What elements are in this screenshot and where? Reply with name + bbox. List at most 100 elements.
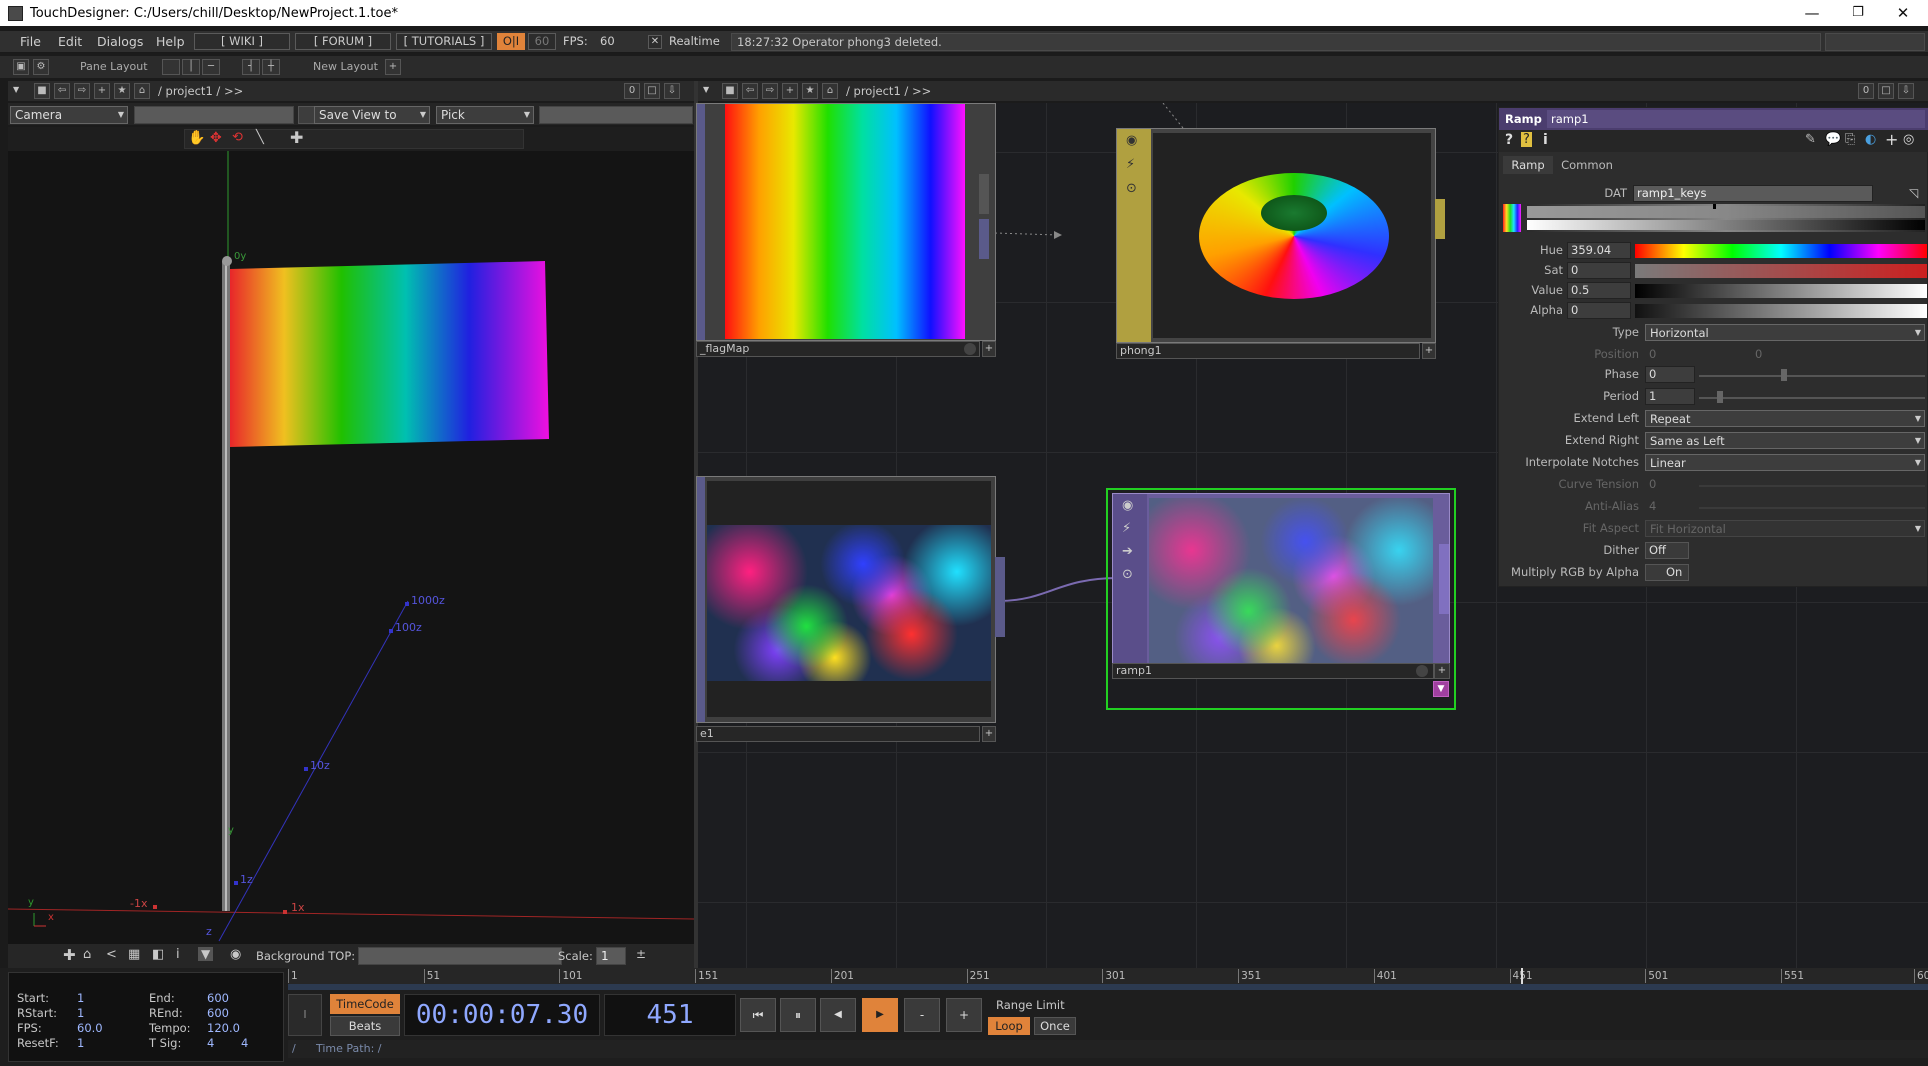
multiply-toggle[interactable]: On bbox=[1645, 564, 1689, 581]
background-top-field[interactable] bbox=[358, 947, 562, 965]
start-value[interactable]: 1 bbox=[77, 991, 84, 1005]
step-forward-button[interactable]: + bbox=[946, 998, 982, 1032]
left-pane-zero-button[interactable]: 0 bbox=[624, 83, 640, 99]
type-dropdown[interactable]: Horizontal bbox=[1645, 324, 1925, 341]
fps-target-field[interactable]: 60 bbox=[528, 33, 556, 50]
save-view-dropdown[interactable]: Save View to bbox=[314, 106, 430, 124]
ramp-lock-icon[interactable]: ⊙ bbox=[1122, 567, 1133, 582]
perform-mode-toggle[interactable]: O|I bbox=[497, 33, 525, 50]
tab-common[interactable]: Common bbox=[1555, 156, 1619, 174]
help-icon[interactable]: ? bbox=[1505, 132, 1513, 148]
network-forward-icon[interactable]: ⇨ bbox=[762, 83, 778, 99]
phase-slider-handle[interactable] bbox=[1781, 369, 1787, 381]
hue-field[interactable]: 359.04 bbox=[1567, 242, 1631, 259]
box-icon[interactable]: ◧ bbox=[152, 947, 164, 962]
ramp-key-area[interactable] bbox=[1527, 206, 1925, 218]
timeline-ruler[interactable]: 151101151201251301351401451501551600 bbox=[288, 968, 1928, 984]
fps-info-value[interactable]: 60.0 bbox=[77, 1021, 103, 1035]
add-layout-button[interactable]: + bbox=[385, 59, 401, 75]
add-icon[interactable]: + bbox=[94, 83, 110, 99]
menu-help[interactable]: Help bbox=[156, 34, 185, 49]
ramp-editor-swatch[interactable] bbox=[1503, 204, 1521, 232]
flagmap-plus-icon[interactable]: + bbox=[982, 341, 996, 357]
pen-icon[interactable]: ╲ bbox=[256, 130, 264, 145]
alpha-slider[interactable] bbox=[1635, 304, 1927, 318]
timeline-playhead[interactable] bbox=[1521, 968, 1523, 984]
frame-display[interactable]: 451 bbox=[604, 994, 736, 1036]
home-icon[interactable]: ⌂ bbox=[134, 83, 150, 99]
tab-ramp[interactable]: Ramp bbox=[1503, 156, 1553, 174]
pane-menu-chevron-icon[interactable]: ▼ bbox=[13, 85, 19, 94]
rewind-button[interactable]: ⏮ bbox=[740, 998, 776, 1032]
tsig-value-2[interactable]: 4 bbox=[241, 1036, 248, 1050]
home-bottom-icon[interactable]: ⌂ bbox=[83, 947, 91, 962]
target-icon[interactable]: ◎ bbox=[1903, 132, 1914, 147]
tsig-value-1[interactable]: 4 bbox=[207, 1036, 214, 1050]
tutorials-button[interactable]: [ TUTORIALS ] bbox=[396, 33, 492, 50]
play-reverse-button[interactable]: ◀ bbox=[820, 998, 856, 1032]
maximize-button[interactable]: ❐ bbox=[1835, 0, 1881, 26]
menu-edit[interactable]: Edit bbox=[58, 34, 82, 49]
star-icon[interactable]: ★ bbox=[114, 83, 130, 99]
noise-label[interactable]: e1 bbox=[696, 726, 980, 742]
forward-arrow-icon[interactable]: ⇨ bbox=[74, 83, 90, 99]
once-button[interactable]: Once bbox=[1034, 1017, 1076, 1035]
timeline-i-button[interactable]: I bbox=[288, 994, 322, 1036]
phong-output-connector[interactable] bbox=[1435, 199, 1445, 239]
share-icon[interactable]: < bbox=[106, 947, 117, 962]
play-forward-button[interactable]: ▶ bbox=[862, 998, 898, 1032]
layout-split-h-icon[interactable]: ─ bbox=[202, 59, 220, 75]
noise-plus-icon[interactable]: + bbox=[982, 726, 996, 742]
network-split-icon[interactable]: ⇩ bbox=[1898, 83, 1914, 99]
ramp1-dat-icon[interactable]: ▼ bbox=[1433, 681, 1449, 697]
layout-three-icon[interactable]: ┤ bbox=[242, 59, 260, 75]
flagmap-viewer-toggle[interactable] bbox=[964, 343, 976, 355]
scale-field[interactable]: 1 bbox=[596, 947, 626, 965]
forum-button[interactable]: [ FORUM ] bbox=[295, 33, 391, 50]
timeline-range-bar[interactable] bbox=[288, 984, 1928, 990]
network-stop-icon[interactable]: ■ bbox=[722, 83, 738, 99]
network-menu-chevron-icon[interactable]: ▼ bbox=[703, 85, 709, 94]
add-bottom-icon[interactable]: ✚ bbox=[63, 946, 76, 964]
add-param-icon[interactable]: + bbox=[1885, 130, 1898, 149]
python-help-icon[interactable]: ? bbox=[1521, 132, 1532, 147]
resetf-value[interactable]: 1 bbox=[77, 1036, 84, 1050]
layout-four-icon[interactable]: ┼ bbox=[262, 59, 280, 75]
curve-tension-value[interactable]: 0 bbox=[1649, 477, 1656, 491]
ramp-arrow-icon[interactable]: ➔ bbox=[1122, 544, 1133, 559]
phong-bypass-icon[interactable]: ⚡ bbox=[1126, 157, 1135, 172]
phong-plus-icon[interactable]: + bbox=[1422, 343, 1436, 359]
realtime-checkbox[interactable]: ✕ bbox=[648, 35, 662, 49]
info-param-icon[interactable]: i bbox=[1543, 132, 1548, 148]
dat-field[interactable]: ramp1_keys bbox=[1633, 185, 1873, 202]
translate-icon[interactable]: ✥ bbox=[210, 130, 222, 146]
alpha-field[interactable]: 0 bbox=[1567, 302, 1631, 319]
dither-toggle[interactable]: Off bbox=[1645, 542, 1689, 559]
step-back-button[interactable]: - bbox=[904, 998, 940, 1032]
position-y[interactable]: 0 bbox=[1755, 347, 1762, 361]
anti-alias-value[interactable]: 4 bbox=[1649, 499, 1656, 513]
wiki-button[interactable]: [ WIKI ] bbox=[194, 33, 290, 50]
network-back-icon[interactable]: ⇦ bbox=[742, 83, 758, 99]
op-name-field[interactable]: ramp1 bbox=[1547, 110, 1925, 128]
dropdown-bottom-icon[interactable]: ▼ bbox=[198, 947, 214, 961]
node-flagmap[interactable] bbox=[696, 103, 996, 341]
ramp-editor-bar[interactable] bbox=[1527, 204, 1925, 232]
node-ramp1[interactable]: ◉ ⚡ ➔ ⊙ bbox=[1112, 493, 1450, 675]
extend-left-dropdown[interactable]: Repeat bbox=[1645, 410, 1925, 427]
ramp1-plus-icon[interactable]: + bbox=[1434, 663, 1450, 679]
pick-field[interactable] bbox=[539, 106, 693, 124]
phong-lock-icon[interactable]: ⊙ bbox=[1126, 181, 1137, 196]
timecode-toggle[interactable]: TimeCode bbox=[330, 994, 400, 1014]
network-maximize-icon[interactable]: □ bbox=[1878, 83, 1894, 99]
hue-slider[interactable] bbox=[1635, 244, 1927, 258]
rstart-value[interactable]: 1 bbox=[77, 1006, 84, 1020]
menu-file[interactable]: File bbox=[20, 34, 41, 49]
time-path[interactable]: Time Path: / bbox=[316, 1042, 382, 1055]
loop-button[interactable]: Loop bbox=[988, 1017, 1030, 1035]
phase-slider[interactable] bbox=[1699, 375, 1925, 377]
phong-label[interactable]: phong1 bbox=[1116, 343, 1420, 359]
pane-stop-icon[interactable]: ■ bbox=[34, 83, 50, 99]
comment-icon[interactable]: 💬 bbox=[1825, 132, 1841, 147]
ramp1-label[interactable]: ramp1 bbox=[1112, 663, 1434, 679]
